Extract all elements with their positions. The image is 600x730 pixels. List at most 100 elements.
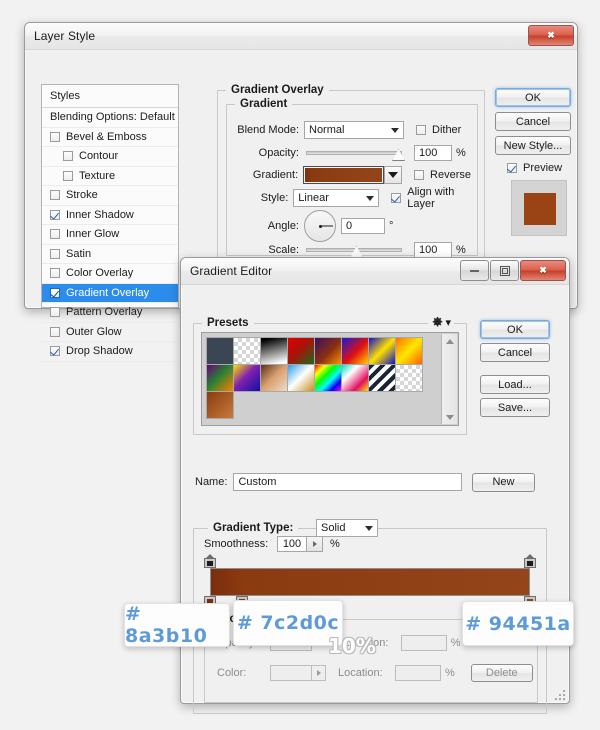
gradient-ramp[interactable] <box>210 568 530 596</box>
sidebar-item-inner-shadow[interactable]: Inner Shadow <box>42 206 178 225</box>
style-select[interactable]: Linear <box>293 189 380 207</box>
dither-label: Dither <box>432 124 462 136</box>
preset-swatch[interactable] <box>233 364 261 392</box>
preset-swatch[interactable] <box>233 337 261 365</box>
preset-swatch[interactable] <box>341 364 369 392</box>
contour-checkbox[interactable] <box>63 151 73 162</box>
gradient-name-input[interactable]: Custom <box>233 473 462 491</box>
presets-scrollbar[interactable] <box>441 334 457 424</box>
preset-swatch[interactable] <box>260 337 288 365</box>
blend-mode-select[interactable]: Normal <box>304 121 404 139</box>
sidebar-item-drop-shadow[interactable]: Drop Shadow <box>42 342 178 362</box>
sidebar-item-outer-glow[interactable]: Outer Glow <box>42 323 178 342</box>
color-overlay-checkbox[interactable] <box>50 268 60 279</box>
angle-dial[interactable] <box>304 210 336 242</box>
gradient-type-select[interactable]: Solid <box>316 519 378 537</box>
preset-swatch[interactable] <box>368 364 396 392</box>
layer-style-titlebar[interactable]: Layer Style ✖ <box>25 23 577 50</box>
outer-glow-checkbox[interactable] <box>50 326 60 337</box>
sidebar-item-blending-options[interactable]: Blending Options: Default <box>42 108 178 128</box>
preset-swatch[interactable] <box>395 364 423 392</box>
drop-shadow-checkbox[interactable] <box>50 346 60 357</box>
texture-checkbox[interactable] <box>63 170 73 181</box>
preset-swatch[interactable] <box>206 391 234 419</box>
inner-shadow-checkbox[interactable] <box>50 209 60 220</box>
preset-swatch[interactable] <box>314 364 342 392</box>
gear-caret-icon: ▾ <box>445 317 451 329</box>
ok-button[interactable]: OK <box>495 88 571 107</box>
presets-list[interactable] <box>201 332 459 426</box>
styles-item-label: Pattern Overlay <box>66 306 143 318</box>
sidebar-item-color-overlay[interactable]: Color Overlay <box>42 264 178 284</box>
maximize-icon[interactable] <box>490 260 519 281</box>
close-icon[interactable]: ✖ <box>528 25 574 46</box>
load-button[interactable]: Load... <box>480 375 550 394</box>
preview-toggle[interactable]: Preview <box>507 162 562 174</box>
sidebar-item-gradient-overlay[interactable]: Gradient Overlay <box>42 283 178 303</box>
opacity-input[interactable]: 100 <box>414 145 452 161</box>
stop-location-input-bottom[interactable] <box>395 665 441 681</box>
smoothness-input[interactable]: 100 <box>277 536 307 552</box>
minimize-icon[interactable] <box>460 260 489 281</box>
stroke-checkbox[interactable] <box>50 190 60 201</box>
opacity-stop[interactable] <box>524 554 536 568</box>
gradient-overlay-checkbox[interactable] <box>50 287 60 298</box>
align-with-layer-checkbox[interactable] <box>391 193 402 203</box>
style-value: Linear <box>298 192 329 204</box>
scale-slider[interactable] <box>306 243 402 258</box>
preview-label: Preview <box>523 162 563 174</box>
inner-glow-checkbox[interactable] <box>50 229 60 240</box>
angle-input[interactable]: 0 <box>341 218 385 234</box>
gradient-type-value: Solid <box>321 522 346 534</box>
sidebar-item-pattern-overlay[interactable]: Pattern Overlay <box>42 303 178 323</box>
satin-checkbox[interactable] <box>50 248 60 259</box>
stop-location-input-top[interactable] <box>400 635 447 651</box>
sidebar-item-texture[interactable]: Texture <box>42 167 178 186</box>
sidebar-item-inner-glow[interactable]: Inner Glow <box>42 225 178 245</box>
preset-swatch[interactable] <box>341 337 369 365</box>
new-style-button[interactable]: New Style... <box>495 136 571 155</box>
smoothness-stepper[interactable] <box>307 536 323 552</box>
opacity-stop[interactable] <box>204 554 216 568</box>
gradient-editor-ok-button[interactable]: OK <box>480 320 550 339</box>
preset-swatch[interactable] <box>287 364 315 392</box>
save-button[interactable]: Save... <box>480 398 550 417</box>
stop-color-dropdown[interactable] <box>312 665 326 681</box>
sidebar-item-stroke[interactable]: Stroke <box>42 186 178 206</box>
gradient-editor-cancel-button[interactable]: Cancel <box>480 343 550 362</box>
sidebar-item-satin[interactable]: Satin <box>42 245 178 264</box>
opacity-slider[interactable] <box>306 146 405 161</box>
gradient-preview-swatch[interactable] <box>303 166 385 184</box>
scroll-up-icon[interactable] <box>442 334 457 348</box>
reverse-checkbox[interactable] <box>414 170 425 180</box>
preset-swatch[interactable] <box>287 337 315 365</box>
stop-color-label: Color: <box>217 667 247 679</box>
dither-checkbox[interactable] <box>416 125 426 135</box>
new-gradient-button[interactable]: New <box>471 472 535 492</box>
preset-swatch[interactable] <box>260 364 288 392</box>
styles-item-label: Texture <box>79 169 116 182</box>
bevel-emboss-checkbox[interactable] <box>50 131 60 142</box>
sidebar-item-contour[interactable]: Contour <box>42 147 178 167</box>
scroll-down-icon[interactable] <box>442 410 457 424</box>
preset-swatch[interactable] <box>368 337 396 365</box>
styles-list[interactable]: Styles Blending Options: Default Bevel &… <box>41 84 179 362</box>
preset-swatch[interactable] <box>314 337 342 365</box>
preset-swatch[interactable] <box>206 364 234 392</box>
close-icon[interactable]: ✖ <box>520 260 566 281</box>
resize-grip[interactable] <box>554 689 566 701</box>
delete-stop-button[interactable]: Delete <box>470 664 533 682</box>
gradient-editor-title: Gradient Editor <box>190 264 273 278</box>
sidebar-item-bevel-emboss[interactable]: Bevel & Emboss <box>42 128 178 147</box>
preset-swatch[interactable] <box>206 337 234 365</box>
gear-icon[interactable]: ▾ <box>428 316 454 329</box>
cancel-button[interactable]: Cancel <box>495 112 571 131</box>
stop-color-swatch[interactable] <box>270 665 312 681</box>
preset-swatch[interactable] <box>395 337 423 365</box>
gradient-editor-titlebar[interactable]: Gradient Editor ✖ <box>181 258 569 285</box>
gradient-dropdown-button[interactable] <box>384 166 403 184</box>
scale-input[interactable]: 100 <box>414 242 452 258</box>
pattern-overlay-checkbox[interactable] <box>50 307 60 318</box>
styles-item-label: Inner Glow <box>66 228 120 240</box>
preview-checkbox[interactable] <box>507 163 517 173</box>
